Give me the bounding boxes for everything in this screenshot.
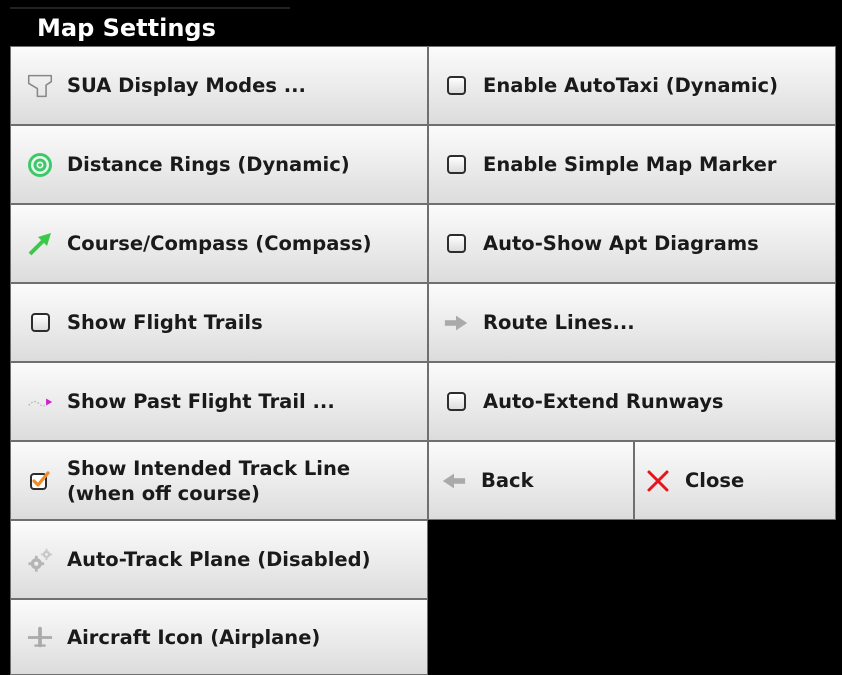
show-past-flight-trail-button[interactable]: Show Past Flight Trail ... (10, 362, 428, 441)
trail-icon (27, 389, 53, 415)
show-flight-trails-label: Show Flight Trails (67, 311, 263, 334)
auto-extend-runways-button[interactable]: Auto-Extend Runways (428, 362, 836, 441)
back-button[interactable]: Back (428, 441, 634, 520)
show-flight-trails-button[interactable]: Show Flight Trails (10, 283, 428, 362)
auto-show-apt-diagrams-label: Auto-Show Apt Diagrams (483, 232, 759, 255)
auto-track-plane-button[interactable]: Auto-Track Plane (Disabled) (10, 520, 428, 599)
distance-rings-button[interactable]: Distance Rings (Dynamic) (10, 125, 428, 204)
enable-autotaxi-label: Enable AutoTaxi (Dynamic) (483, 74, 779, 97)
close-icon (645, 468, 671, 494)
checkbox-unchecked-icon (443, 389, 469, 415)
back-label: Back (481, 469, 534, 492)
enable-autotaxi-button[interactable]: Enable AutoTaxi (Dynamic) (428, 46, 836, 125)
sua-icon (27, 73, 53, 99)
sua-display-modes-button[interactable]: SUA Display Modes ... (10, 46, 428, 125)
target-rings-icon (27, 152, 53, 178)
checkbox-unchecked-icon (443, 73, 469, 99)
close-button[interactable]: Close (634, 441, 836, 520)
course-compass-label: Course/Compass (Compass) (67, 232, 372, 255)
checkbox-unchecked-icon (27, 310, 53, 336)
show-intended-track-line-button[interactable]: Show Intended Track Line (when off cours… (10, 441, 428, 520)
airplane-icon (27, 624, 53, 650)
distance-rings-label: Distance Rings (Dynamic) (67, 153, 350, 176)
label-line-1: Show Intended Track Line (67, 456, 351, 480)
auto-track-plane-label: Auto-Track Plane (Disabled) (67, 548, 371, 571)
page-title: Map Settings (37, 14, 216, 42)
course-compass-button[interactable]: Course/Compass (Compass) (10, 204, 428, 283)
right-arrow-icon (443, 310, 469, 336)
left-arrow-icon (441, 468, 467, 494)
aircraft-icon-label: Aircraft Icon (Airplane) (67, 625, 321, 649)
enable-simple-map-marker-button[interactable]: Enable Simple Map Marker (428, 125, 836, 204)
auto-extend-runways-label: Auto-Extend Runways (483, 390, 724, 413)
show-past-flight-trail-label: Show Past Flight Trail ... (67, 390, 335, 413)
route-lines-button[interactable]: Route Lines... (428, 283, 836, 362)
title-bar: Map Settings (0, 0, 842, 46)
route-lines-label: Route Lines... (483, 311, 635, 334)
gears-icon (27, 547, 53, 573)
sua-display-modes-label: SUA Display Modes ... (67, 74, 306, 97)
checkbox-unchecked-icon (443, 152, 469, 178)
checkbox-checked-icon (27, 468, 53, 494)
top-divider (10, 7, 290, 9)
show-intended-track-line-label: Show Intended Track Line (when off cours… (67, 456, 397, 506)
enable-simple-map-marker-label: Enable Simple Map Marker (483, 153, 777, 176)
label-line-2: (when off course) (67, 481, 260, 505)
green-arrow-icon (27, 231, 53, 257)
checkbox-unchecked-icon (443, 231, 469, 257)
auto-show-apt-diagrams-button[interactable]: Auto-Show Apt Diagrams (428, 204, 836, 283)
aircraft-icon-button[interactable]: Aircraft Icon (Airplane) (10, 599, 428, 675)
close-label: Close (685, 469, 745, 492)
